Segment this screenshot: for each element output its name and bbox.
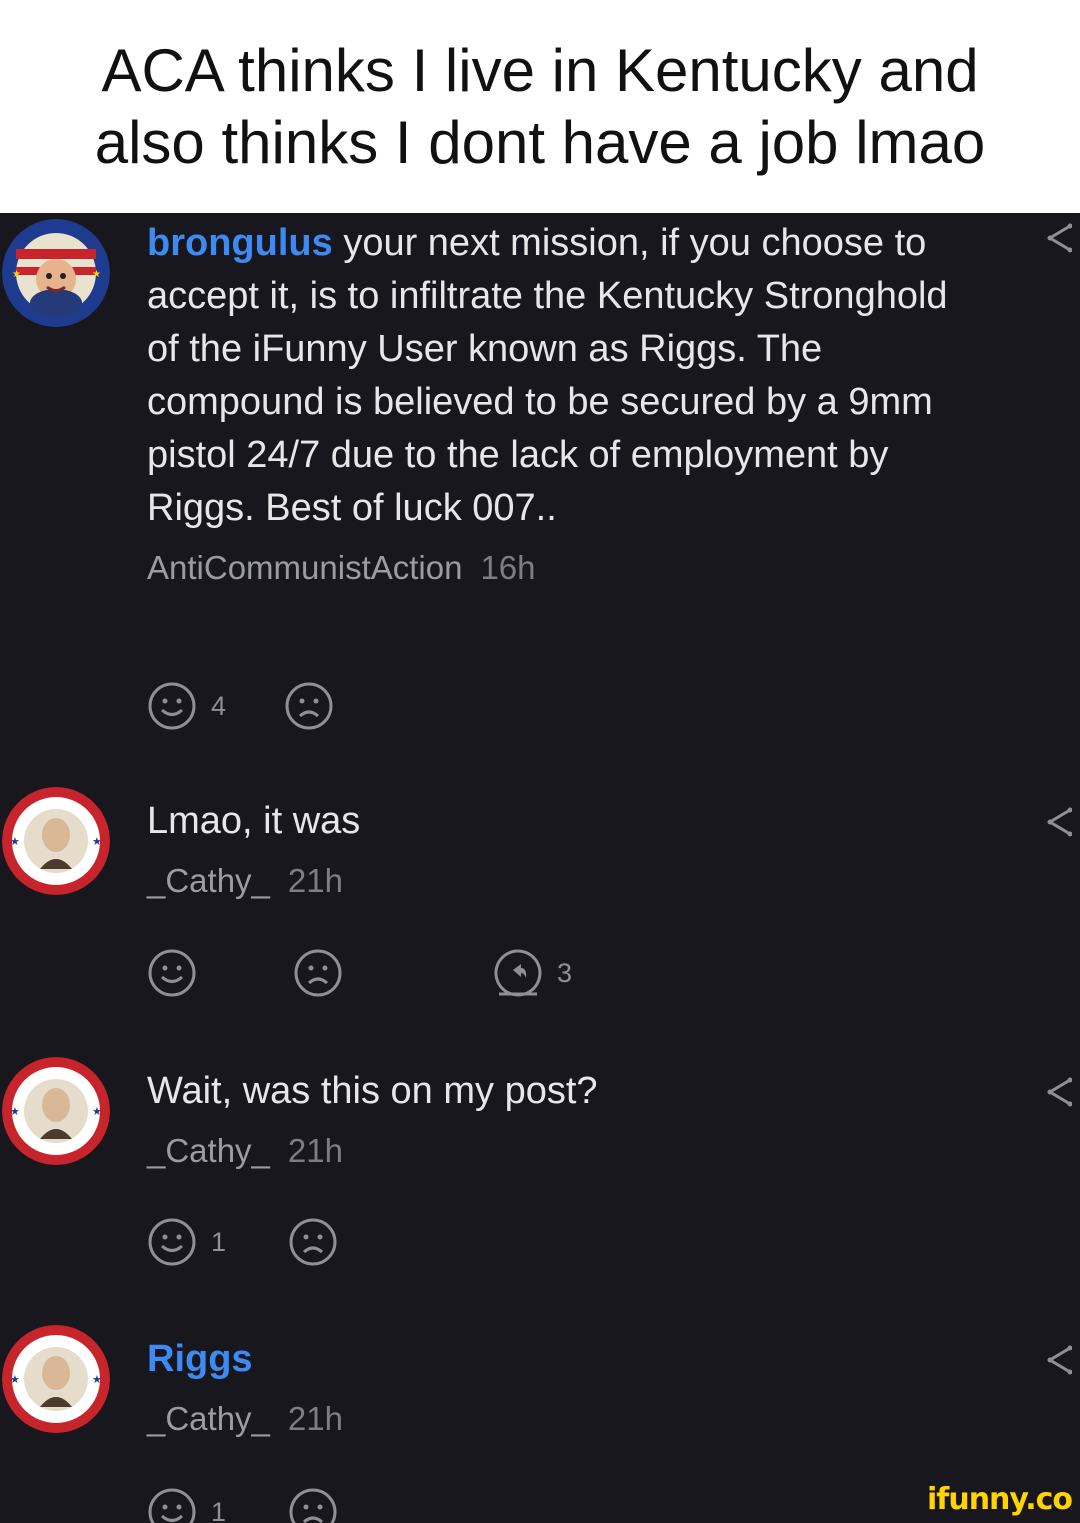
comment-time: 21h [287,862,343,899]
svg-text:★: ★ [92,836,102,848]
comment-author[interactable]: _Cathy_ [147,1400,270,1437]
smile-icon [147,681,197,731]
unsmile-button[interactable] [293,948,343,998]
comment-meta: _Cathy_ 21h [147,860,977,902]
comment-text: brongulus your next mission, if you choo… [147,217,977,535]
share-icon[interactable] [1046,1345,1072,1375]
smile-button[interactable]: 1 [147,1217,226,1267]
unsmile-icon [288,1487,338,1523]
smile-button[interactable]: 1 [147,1487,226,1523]
svg-text:★: ★ [92,1106,102,1118]
comment-text: Riggs [147,1333,977,1386]
share-icon[interactable] [1046,1077,1072,1107]
replies-button[interactable]: 3 [493,948,572,998]
comment-author[interactable]: AntiCommunistAction [147,549,462,586]
svg-text:★: ★ [10,1106,20,1118]
svg-text:★: ★ [10,836,20,848]
svg-text:★: ★ [12,269,21,280]
avatar[interactable]: ★ ★ [2,1325,110,1433]
unsmile-button[interactable] [288,1217,338,1267]
share-icon[interactable] [1046,807,1072,837]
smile-count: 4 [211,690,227,721]
comment-actions: 1 [147,1217,338,1267]
unsmile-icon [288,1217,338,1267]
smile-button[interactable] [147,948,211,998]
smile-icon [147,1487,197,1523]
unsmile-icon [284,681,334,731]
svg-text:★: ★ [92,269,101,280]
share-icon[interactable] [1046,223,1072,253]
avatar[interactable]: ★ ★ [2,219,110,327]
replies-count: 3 [557,957,573,988]
avatar[interactable]: ★ ★ [2,787,110,895]
comment-actions: 4 [147,681,334,731]
unsmile-button[interactable] [284,681,334,731]
smile-count: 1 [211,1226,227,1257]
avatar[interactable]: ★ ★ [2,1057,110,1165]
comment-time: 21h [287,1400,343,1437]
svg-text:★: ★ [92,1374,102,1386]
comment-body: your next mission, if you choose to acce… [147,222,948,529]
ifunny-watermark: ifunny.co [927,1482,1073,1517]
comment-author[interactable]: _Cathy_ [147,862,270,899]
comment-meta: _Cathy_ 21h [147,1130,977,1172]
meme-caption: ACA thinks I live in Kentucky and also t… [0,0,1080,213]
comment-time: 21h [287,1132,343,1169]
comment-meta: _Cathy_ 21h [147,1398,977,1440]
svg-text:★: ★ [10,1374,20,1386]
comment-text: Wait, was this on my post? [147,1070,598,1112]
smile-button[interactable]: 4 [147,681,226,731]
mention-link[interactable]: Riggs [147,1338,253,1380]
comment-author[interactable]: _Cathy_ [147,1132,270,1169]
smile-icon [147,1217,197,1267]
comment-actions: 3 [147,948,572,998]
unsmile-icon [293,948,343,998]
unsmile-button[interactable] [288,1487,338,1523]
comment-feed: ★ ★ brongulus your next mission, if you … [0,213,1080,1523]
smile-icon [147,948,197,998]
comment-time: 16h [480,549,536,586]
reply-icon [493,948,543,998]
comment-actions: 1 [147,1487,338,1523]
comment-meta: AntiCommunistAction 16h [147,547,977,589]
mention-link[interactable]: brongulus [147,222,333,264]
smile-count: 1 [211,1496,227,1523]
comment-text: Lmao, it was [147,800,361,842]
